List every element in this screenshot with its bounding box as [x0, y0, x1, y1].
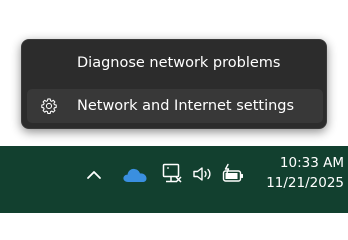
chevron-up-icon[interactable]: [86, 167, 102, 181]
network-icon[interactable]: [161, 162, 183, 186]
menu-item-diagnose-network[interactable]: Diagnose network problems: [27, 46, 323, 80]
clock-date: 11/21/2025: [266, 175, 344, 191]
battery-charging-icon[interactable]: [222, 163, 244, 185]
network-context-menu: Diagnose network problems Network and In…: [21, 39, 327, 129]
volume-icon[interactable]: [192, 165, 214, 183]
gear-icon: [40, 97, 58, 115]
taskbar-clock[interactable]: 10:33 AM 11/21/2025: [254, 153, 344, 193]
clock-time: 10:33 AM: [279, 155, 344, 171]
menu-item-label: Diagnose network problems: [77, 55, 281, 71]
menu-item-label: Network and Internet settings: [77, 98, 295, 114]
menu-item-network-settings[interactable]: Network and Internet settings: [27, 89, 323, 123]
onedrive-cloud-icon[interactable]: [122, 166, 148, 184]
